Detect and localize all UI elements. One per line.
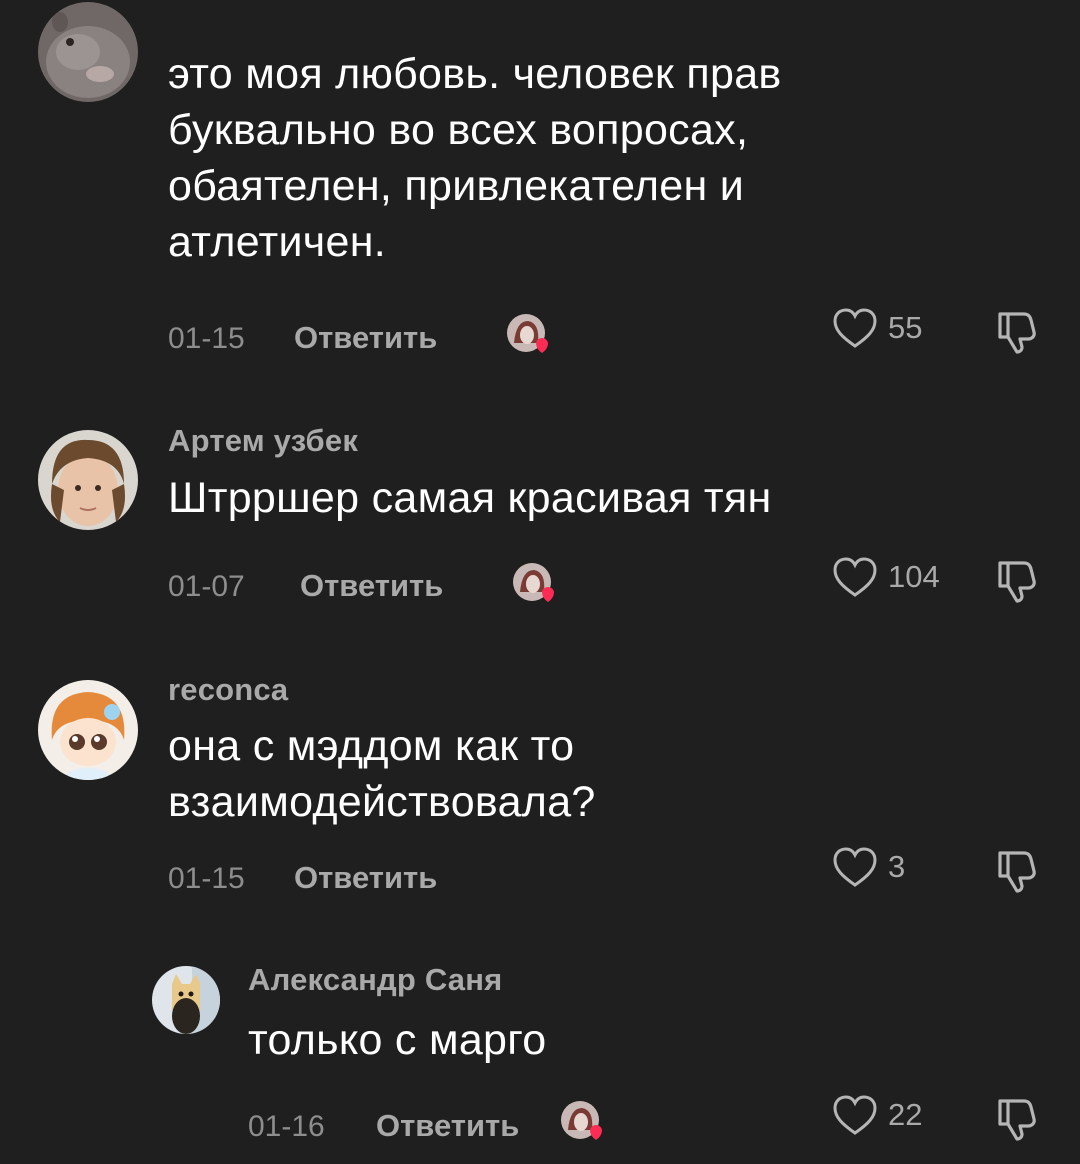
- dislike-button[interactable]: [994, 555, 1042, 603]
- comment-date: 01-07: [168, 570, 245, 603]
- thumbs-down-icon: [998, 561, 1036, 603]
- comment-username[interactable]: Александр Саня: [248, 962, 502, 998]
- comment-date: 01-15: [168, 322, 245, 355]
- like-count: 22: [888, 1097, 923, 1132]
- comment-text: только с марго: [248, 1016, 547, 1064]
- person-avatar[interactable]: [38, 430, 138, 530]
- heart-icon: [833, 557, 877, 597]
- thumbs-down-icon: [998, 312, 1036, 354]
- comment-text: она с мэддом как то взаимодействовала?: [168, 722, 596, 826]
- heart-icon: [833, 308, 877, 348]
- comment-date: 01-15: [168, 862, 245, 895]
- wombat-avatar[interactable]: [38, 2, 138, 102]
- like-count: 104: [888, 559, 940, 594]
- like-count: 55: [888, 310, 923, 345]
- cat-avatar[interactable]: [152, 966, 220, 1034]
- reply-button[interactable]: Ответить: [376, 1108, 519, 1144]
- anime-girl-avatar[interactable]: [38, 680, 138, 780]
- comment-date: 01-16: [248, 1110, 325, 1143]
- thumbs-down-icon: [998, 1099, 1036, 1141]
- heart-icon: [833, 847, 877, 887]
- like-button[interactable]: 3: [832, 846, 905, 888]
- comment-username[interactable]: reconca: [168, 672, 288, 708]
- reply-button[interactable]: Ответить: [294, 320, 437, 356]
- comment-text: это моя любовь. человек прав буквально в…: [168, 50, 782, 266]
- like-button[interactable]: 22: [832, 1094, 922, 1136]
- creator-liked-badge: [506, 313, 550, 357]
- dislike-button[interactable]: [994, 1093, 1042, 1141]
- like-button[interactable]: 55: [832, 307, 922, 349]
- creator-liked-badge: [560, 1100, 604, 1144]
- like-count: 3: [888, 849, 906, 884]
- reply-button[interactable]: Ответить: [300, 568, 443, 604]
- comment-username[interactable]: Артем узбек: [168, 423, 358, 459]
- dislike-button[interactable]: [994, 845, 1042, 893]
- like-button[interactable]: 104: [832, 556, 940, 598]
- heart-icon: [833, 1095, 877, 1135]
- creator-liked-badge: [512, 562, 556, 606]
- comment-text: Штрршер самая красивая тян: [168, 474, 772, 522]
- thumbs-down-icon: [998, 851, 1036, 893]
- reply-button[interactable]: Ответить: [294, 860, 437, 896]
- dislike-button[interactable]: [994, 306, 1042, 354]
